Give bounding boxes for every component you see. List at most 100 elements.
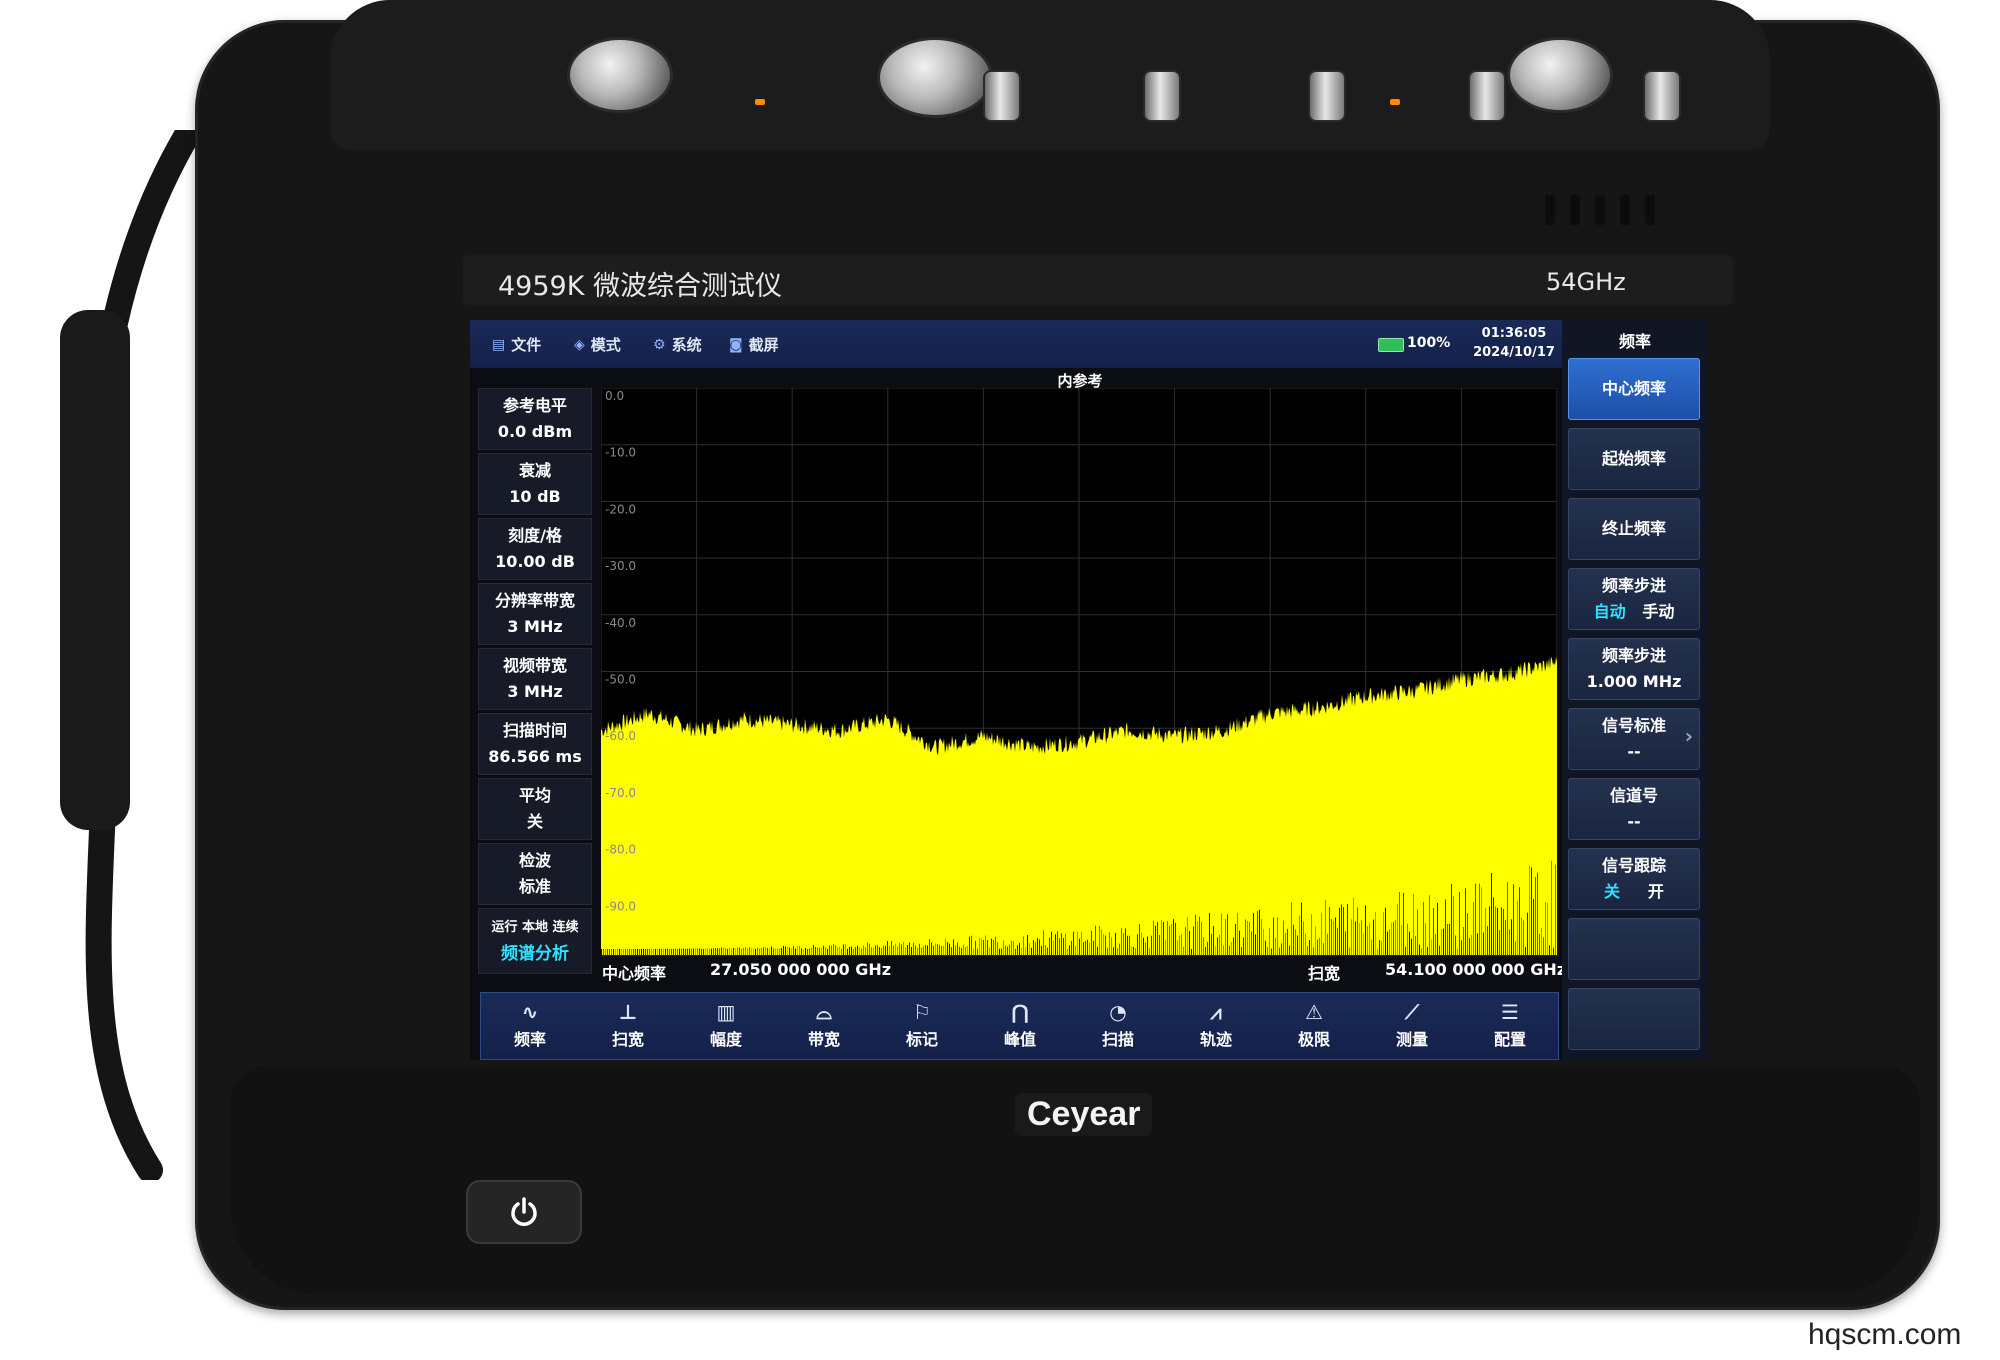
- softkey-freq-step-value[interactable]: 频率步进 1.000 MHz: [1568, 638, 1700, 700]
- param-scale-div-value: 10.00 dB: [495, 552, 575, 571]
- param-sweep-time[interactable]: 扫描时间 86.566 ms: [478, 713, 592, 775]
- softkey-empty[interactable]: [1568, 918, 1700, 980]
- tool-marker[interactable]: ⚐ 标记: [873, 993, 971, 1059]
- param-ref-level-value: 0.0 dBm: [497, 422, 573, 441]
- y-tick-label: -50.0: [605, 673, 636, 687]
- brand-logo: Ceyear: [1015, 1093, 1153, 1136]
- softkey-signal-track[interactable]: 信号跟踪 关 开: [1568, 848, 1700, 910]
- y-tick-label: -80.0: [605, 843, 636, 857]
- tool-measure[interactable]: ⟋ 测量: [1363, 993, 1461, 1059]
- spectrum-plot[interactable]: 0.0 -10.0 -20.0 -30.0 -40.0 -50.0 -60.0 -70.0 -8…: [601, 388, 1557, 955]
- tool-frequency[interactable]: ∿ 频率: [481, 993, 579, 1059]
- softkey-center-freq-label: 中心频率: [1601, 379, 1666, 398]
- tool-span-label: 扫宽: [611, 1030, 644, 1049]
- y-tick-label: -40.0: [605, 616, 636, 630]
- softkey-freq-step-value-label: 频率步进: [1601, 646, 1666, 665]
- signal-standard-value: --: [1627, 742, 1641, 761]
- tool-amplitude[interactable]: ▥ 幅度: [677, 993, 775, 1059]
- rf-connector-large: [1510, 40, 1610, 110]
- tool-sweep-label: 扫描: [1101, 1030, 1134, 1049]
- menu-system[interactable]: ⚙ 系统: [653, 334, 702, 355]
- center-freq-label: 中心频率: [602, 964, 667, 983]
- measure-ruler-icon: ⟋: [1405, 1000, 1419, 1024]
- tool-config-label: 配置: [1493, 1030, 1526, 1049]
- param-sweep-time-value: 86.566 ms: [488, 747, 582, 766]
- tool-peak[interactable]: ⋂ 峰值: [971, 993, 1069, 1059]
- sweep-icon: ◔: [1109, 1000, 1127, 1024]
- softkey-stop-freq-label: 终止频率: [1601, 519, 1666, 538]
- softkey-signal-standard-label: 信号标准: [1601, 716, 1666, 735]
- tool-marker-label: 标记: [905, 1030, 938, 1049]
- param-scale-div[interactable]: 刻度/格 10.00 dB: [478, 518, 592, 580]
- tool-bandwidth[interactable]: ⌓ 带宽: [775, 993, 873, 1059]
- amplitude-icon: ▥: [716, 1000, 736, 1024]
- layers-icon: ◈: [574, 336, 585, 353]
- y-tick-label: -30.0: [605, 559, 636, 573]
- tool-amplitude-label: 幅度: [709, 1030, 742, 1049]
- span-label: 扫宽: [1308, 964, 1341, 983]
- span-value: 54.100 000 000 GHz: [1385, 960, 1567, 979]
- bandwidth-icon: ⌓: [816, 1000, 832, 1024]
- vent-slot: [1595, 195, 1605, 225]
- chevron-right-icon: ›: [1684, 724, 1693, 748]
- tool-sweep[interactable]: ◔ 扫描: [1069, 993, 1167, 1059]
- freq-step-mode-options: 自动 手动: [1594, 599, 1675, 625]
- tool-measure-label: 测量: [1395, 1030, 1428, 1049]
- menu-file[interactable]: ▤ 文件: [492, 334, 541, 355]
- tool-config[interactable]: ☰ 配置: [1461, 993, 1559, 1059]
- softkey-panel: 频率 中心频率 起始频率 终止频率 频率步进 自动 手动 频率步进 1.000 …: [1562, 320, 1708, 1060]
- menu-system-label: 系统: [671, 336, 702, 354]
- menu-screenshot-label: 截屏: [748, 336, 779, 354]
- limit-warning-icon: ⚠: [1305, 1000, 1323, 1024]
- softkey-panel-title: 频率: [1618, 332, 1651, 351]
- menu-file-label: 文件: [511, 336, 542, 354]
- status-led: [1390, 99, 1400, 105]
- function-toolbar: ∿ 频率 ⊥ 扫宽 ▥ 幅度 ⌓ 带宽 ⚐ 标记 ⋂ 峰值 ◔ 扫描 ⩘ 轨迹: [480, 992, 1559, 1060]
- sma-connector: [1645, 72, 1679, 120]
- param-average[interactable]: 平均 关: [478, 778, 592, 840]
- y-tick-label: -20.0: [605, 502, 636, 516]
- frequency-rating: 54GHz: [1546, 268, 1626, 296]
- param-rbw[interactable]: 分辨率带宽 3 MHz: [478, 583, 592, 645]
- softkey-start-freq[interactable]: 起始频率: [1568, 428, 1700, 490]
- power-button[interactable]: [466, 1180, 582, 1244]
- softkey-signal-standard[interactable]: 信号标准 -- ›: [1568, 708, 1700, 770]
- softkey-center-freq[interactable]: 中心频率: [1568, 358, 1700, 420]
- frequency-icon: ∿: [521, 1000, 539, 1024]
- status-led: [755, 99, 765, 105]
- option-on: 开: [1647, 882, 1664, 901]
- tool-limit[interactable]: ⚠ 极限: [1265, 993, 1363, 1059]
- vent-slot: [1645, 195, 1655, 225]
- menu-mode[interactable]: ◈ 模式: [574, 334, 621, 355]
- softkey-freq-step-mode[interactable]: 频率步进 自动 手动: [1568, 568, 1700, 630]
- param-detector-name: 检波: [518, 851, 551, 870]
- menu-screenshot[interactable]: ◙ 截屏: [729, 334, 779, 355]
- sma-connector: [1310, 72, 1344, 120]
- param-detector-value: 标准: [518, 877, 551, 896]
- param-rbw-name: 分辨率带宽: [494, 591, 575, 610]
- param-vbw[interactable]: 视频带宽 3 MHz: [478, 648, 592, 710]
- param-attenuation-name: 衰减: [518, 461, 551, 480]
- param-detector[interactable]: 检波 标准: [478, 843, 592, 905]
- trace-icon: ⩘: [1210, 1000, 1222, 1024]
- softkey-channel-number[interactable]: 信道号 --: [1568, 778, 1700, 840]
- vent-slot: [1545, 195, 1555, 225]
- sma-connector: [1470, 72, 1504, 120]
- option-auto: 自动: [1593, 602, 1626, 621]
- battery-level: 100%: [1407, 335, 1451, 351]
- tool-trace-label: 轨迹: [1199, 1030, 1232, 1049]
- param-attenuation[interactable]: 衰减 10 dB: [478, 453, 592, 515]
- run-status-box: 运行 本地 连续 频谱分析: [478, 908, 592, 974]
- tool-span[interactable]: ⊥ 扫宽: [579, 993, 677, 1059]
- tool-bandwidth-label: 带宽: [807, 1030, 840, 1049]
- tool-trace[interactable]: ⩘ 轨迹: [1167, 993, 1265, 1059]
- option-manual: 手动: [1642, 602, 1675, 621]
- param-ref-level[interactable]: 参考电平 0.0 dBm: [478, 388, 592, 450]
- gear-icon: ⚙: [653, 336, 666, 353]
- softkey-empty[interactable]: [1568, 988, 1700, 1050]
- center-freq-value: 27.050 000 000 GHz: [710, 960, 892, 979]
- span-icon: ⊥: [618, 1000, 638, 1024]
- instrument-screen: ▤ 文件 ◈ 模式 ⚙ 系统 ◙ 截屏 100% 01:36:05 2024/1…: [470, 320, 1708, 1060]
- clock-time: 01:36:05: [1481, 326, 1547, 341]
- softkey-stop-freq[interactable]: 终止频率: [1568, 498, 1700, 560]
